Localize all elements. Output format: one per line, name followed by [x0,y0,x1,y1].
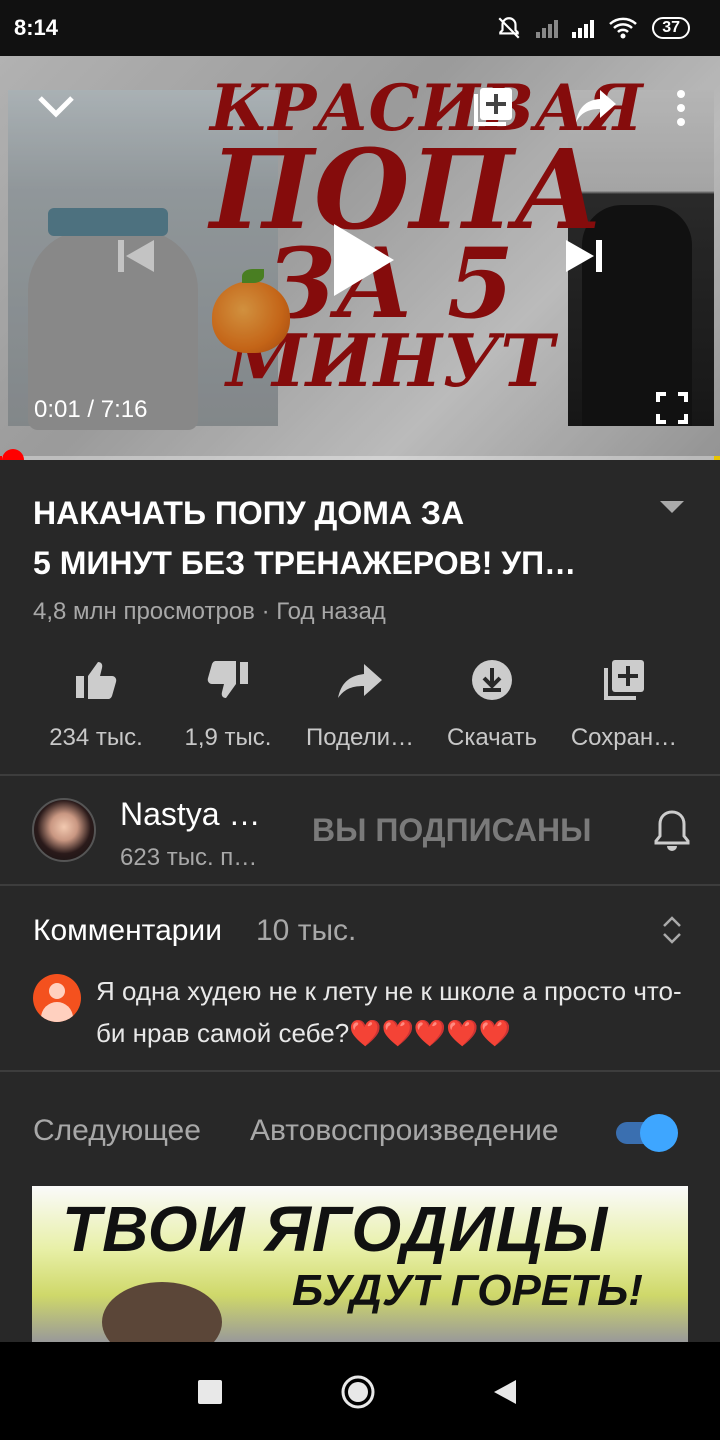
bell-icon[interactable] [652,808,692,852]
comments-section[interactable]: Комментарии 10 тыс. Я одна худею не к ле… [0,886,720,1072]
add-to-queue-icon[interactable] [470,84,516,130]
time-readout: 0:01 / 7:16 [34,396,148,423]
home-button[interactable] [340,1374,376,1410]
dislike-count: 1,9 тыс. [184,724,272,751]
download-icon [472,660,512,700]
channel-subscribers: 623 тыс. п… [120,844,258,871]
system-nav-bar [0,1342,720,1440]
wifi-icon [609,17,638,39]
share-label: Подели… [305,724,415,751]
skip-next-icon[interactable] [560,232,608,280]
subscribed-button[interactable]: ВЫ ПОДПИСАНЫ [312,812,591,849]
status-bar: 8:14 37 [0,0,720,56]
share-icon[interactable] [574,86,618,126]
save-button[interactable]: Сохран… [554,656,694,752]
play-icon[interactable] [326,220,398,300]
comments-count: 10 тыс. [256,914,357,947]
up-next-label: Следующее [33,1114,201,1147]
comments-title: Комментарии [33,914,222,947]
download-label: Скачать [447,724,537,751]
up-next-thumbnail[interactable]: ТВОИ ЯГОДИЦЫ БУДУТ ГОРЕТЬ! [32,1186,688,1342]
progress-track[interactable] [0,456,720,460]
channel-avatar[interactable] [32,798,96,862]
like-count: 234 тыс. [49,724,143,751]
video-title[interactable]: НАКАЧАТЬ ПОПУ ДОМА ЗА 5 МИНУТ БЕЗ ТРЕНАЖ… [33,488,633,588]
chevron-down-icon[interactable] [34,90,78,124]
video-title-line: НАКАЧАТЬ ПОПУ ДОМА ЗА [33,495,465,531]
signal-icon [536,18,559,38]
video-player[interactable]: КРАСИВАЯ ПОПА ЗА 5 МИНУТ 0:01 / 7:16 [0,56,720,460]
up-next-thumbnail-text: БУДУТ ГОРЕТЬ! [292,1266,643,1315]
up-next-thumbnail-text: ТВОИ ЯГОДИЦЫ [62,1193,609,1265]
commenter-avatar [33,974,81,1022]
add-to-playlist-icon [604,660,644,700]
video-meta: 4,8 млн просмотров · Год назад [33,598,386,625]
thumb-up-icon [76,662,117,699]
share-icon [338,664,382,698]
status-time: 8:14 [14,15,59,40]
unfold-icon[interactable] [660,914,684,946]
autoplay-toggle[interactable] [616,1114,680,1152]
up-next-section: Следующее Автовоспроизведение ТВОИ ЯГОДИ… [0,1072,720,1342]
top-comment-text: Я одна худею не к лету не к школе а прос… [96,976,682,1048]
expand-description-icon[interactable] [658,498,686,516]
up-next-thumbnail-person [102,1282,222,1342]
share-button[interactable]: Подели… [290,656,430,752]
channel-row[interactable]: Nastya … 623 тыс. п… ВЫ ПОДПИСАНЫ [0,776,720,886]
dislike-button[interactable]: 1,9 тыс. [158,656,298,752]
skip-previous-icon[interactable] [112,232,160,280]
battery-icon: 37 [652,17,690,39]
autoplay-label: Автовоспроизведение [250,1114,559,1147]
ad-marker [714,456,720,460]
download-button[interactable]: Скачать [422,656,562,752]
video-title-line: 5 МИНУТ БЕЗ ТРЕНАЖЕРОВ! УП… [33,545,577,581]
mute-icon [498,17,520,39]
channel-name[interactable]: Nastya … [120,796,260,833]
save-label: Сохран… [570,724,678,751]
action-bar: 234 тыс. 1,9 тыс. Подели… Скачать Сохран… [0,656,720,756]
back-button[interactable] [492,1378,518,1406]
like-button[interactable]: 234 тыс. [26,656,166,752]
fullscreen-icon[interactable] [654,390,690,426]
more-vert-icon[interactable] [666,86,696,130]
signal-icon [572,18,595,38]
thumb-down-icon [207,661,248,698]
recents-button[interactable] [198,1380,222,1404]
